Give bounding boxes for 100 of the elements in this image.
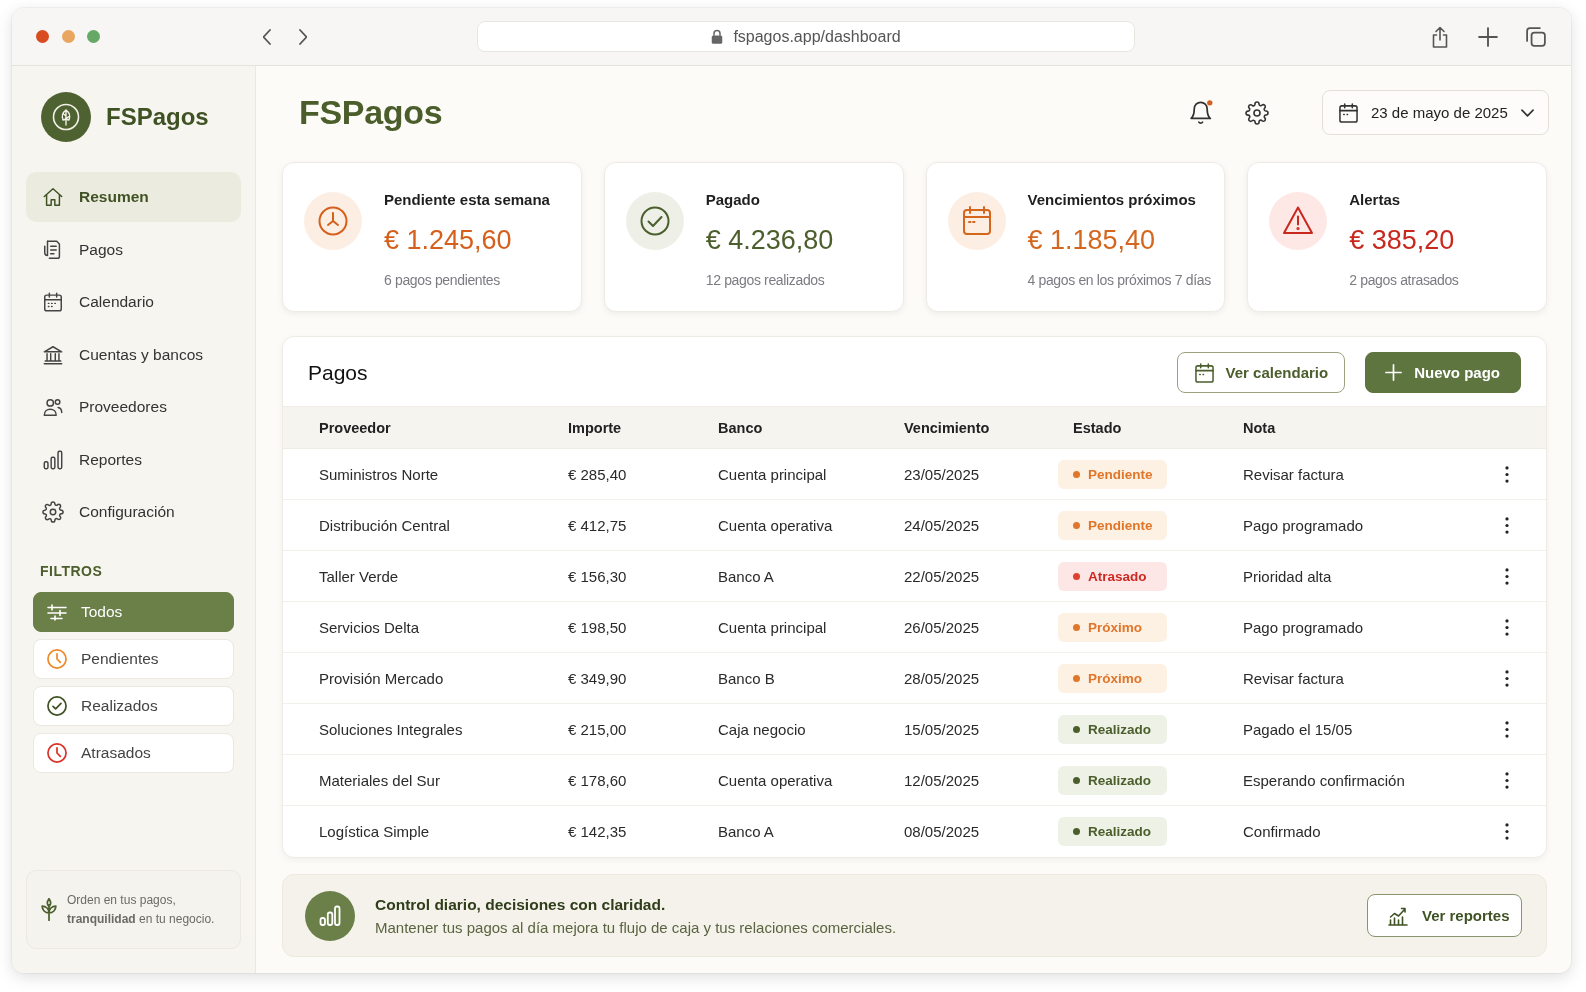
column-header: Proveedor [319,419,392,436]
table-cell: Revisar factura [1243,669,1344,687]
card-note: 2 pagos atrasados [1349,271,1459,290]
tabs-icon[interactable] [1526,26,1546,47]
table-cell: Cuenta operativa [718,771,833,789]
column-header: Vencimiento [904,419,991,436]
table-cell: Cuenta principal [718,618,827,636]
table-cell: Taller Verde [319,567,399,585]
bank-icon [42,343,64,366]
status-dot-icon [1073,470,1080,478]
status-label: Atrasado [1088,568,1147,584]
card-title: Pagado [705,190,761,210]
status-dot-icon [1073,828,1080,835]
more-vertical-icon[interactable] [1505,771,1509,789]
share-icon[interactable] [1430,25,1450,48]
table-cell: € 198,50 [568,618,627,636]
nav-item[interactable]: Proveedores [26,382,241,432]
table-cell: Pago programado [1243,516,1364,534]
settings-icon[interactable] [1245,100,1269,125]
table-cell: Banco A [718,823,774,840]
status-label: Próximo [1088,619,1142,635]
card-amount: € 385,20 [1349,224,1456,256]
table-cell: Esperando confirmación [1243,771,1405,789]
new-payment-button[interactable]: Nuevo pago [1365,352,1521,393]
reports-button[interactable]: Ver reportes [1367,894,1522,937]
table-cell: Cuenta operativa [718,516,833,534]
card-title: Alertas [1349,190,1402,210]
calendar-icon [42,291,64,313]
nav-item[interactable]: Resumen [26,172,241,222]
table-cell: € 215,00 [568,720,627,738]
more-vertical-icon[interactable] [1505,720,1509,738]
bar-chart-icon [42,448,64,471]
card-amount: € 1.185,40 [1027,224,1157,256]
tip-text: Orden en tus pagos, tranquilidad en tu negocio. [67,891,216,928]
clock-icon [47,649,67,669]
chevron-down-icon [1520,108,1534,117]
more-vertical-icon[interactable] [1505,823,1509,840]
date-picker[interactable]: 23 de mayo de 2025 [1322,90,1549,135]
bell-icon[interactable] [1190,100,1213,125]
bar-chart-icon [305,890,355,941]
home-icon [42,186,64,208]
table-cell: Servicios Delta [319,618,420,636]
table-cell: Cuenta principal [718,465,827,483]
filter-button[interactable]: Realizados [33,686,234,726]
table-cell: Soluciones Integrales [319,720,463,738]
nav-item[interactable]: Calendario [26,277,241,327]
status-dot-icon [1073,776,1080,784]
more-vertical-icon[interactable] [1505,669,1509,687]
table-cell: Caja negocio [718,720,806,738]
card-note: 4 pagos en los próximos 7 días [1027,271,1211,290]
nav-item[interactable]: Pagos [26,224,241,275]
sprout-icon [41,898,57,921]
nav-item[interactable]: Cuentas y bancos [26,329,241,380]
plus-icon[interactable] [1478,26,1498,47]
status-label: Pendiente [1088,466,1153,482]
plus-icon [1385,364,1403,381]
status-dot-icon [1073,674,1080,682]
table-cell: 15/05/2025 [904,720,980,738]
more-vertical-icon[interactable] [1505,465,1509,483]
table-cell: Pagado el 15/05 [1243,720,1353,738]
status-label: Realizado [1088,721,1152,737]
more-vertical-icon[interactable] [1505,516,1509,534]
column-header: Estado [1073,419,1123,436]
brand-name: FSPagos [106,103,209,131]
table-cell: Logística Simple [319,823,430,840]
window-maximize-icon[interactable] [87,30,100,43]
address-bar[interactable]: fspagos.app/dashboard [477,21,1135,52]
users-icon [42,396,64,418]
table-cell: Provisión Mercado [319,669,444,687]
more-vertical-icon[interactable] [1505,618,1509,636]
sliders-icon [47,602,67,622]
warning-icon [1269,192,1328,250]
table-cell: 24/05/2025 [904,516,980,534]
filter-button[interactable]: Atrasados [33,733,234,773]
table-cell: Prioridad alta [1243,567,1332,585]
card-title: Pendiente esta semana [384,190,550,210]
trend-chart-icon [1388,905,1408,926]
window-close-icon[interactable] [36,30,49,43]
table-cell: Banco B [718,669,775,687]
nav-item[interactable]: Reportes [26,434,241,485]
lock-icon [711,29,724,44]
table-cell: € 412,75 [568,516,627,534]
check-circle-icon [625,192,684,250]
card-note: 6 pagos pendientes [384,271,501,290]
table-cell: Revisar factura [1243,465,1344,483]
table-cell: 22/05/2025 [904,567,980,585]
table-cell: Distribución Central [319,516,450,534]
calendar-button[interactable]: Ver calendario [1176,352,1346,393]
filter-button[interactable]: Todos [33,592,234,632]
table-cell: € 142,35 [568,823,627,840]
table-cell: 08/05/2025 [904,823,980,840]
calendar-icon [947,192,1006,250]
table-cell: Confirmado [1243,823,1321,840]
nav-item[interactable]: Configuración [26,487,241,537]
filter-button[interactable]: Pendientes [33,639,234,679]
status-label: Realizado [1088,772,1152,788]
table-cell: 12/05/2025 [904,771,980,789]
more-vertical-icon[interactable] [1505,567,1509,585]
column-header: Banco [718,419,764,436]
table-cell: Pago programado [1243,618,1364,636]
